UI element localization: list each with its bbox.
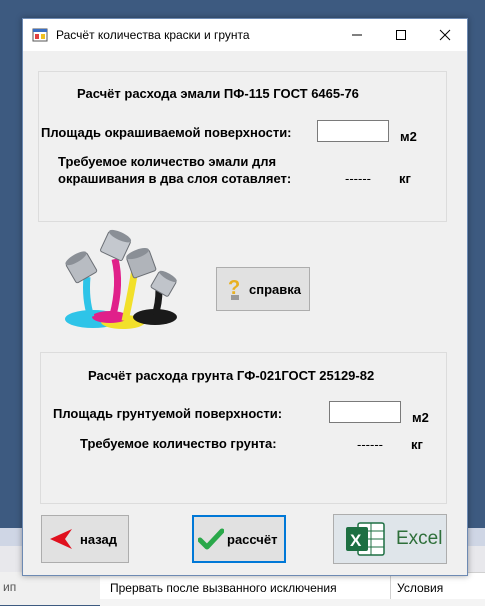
enamel-area-input[interactable] <box>317 120 389 142</box>
back-button[interactable]: назад <box>41 515 129 563</box>
minimize-icon <box>352 34 362 36</box>
background-left-text: ип <box>3 580 17 594</box>
question-bulb-icon: ? <box>228 277 240 300</box>
green-check-icon <box>198 528 224 550</box>
excel-button[interactable]: X Excel <box>333 514 447 564</box>
svg-text:X: X <box>350 531 362 550</box>
paint-buckets-image <box>65 229 177 329</box>
calculate-button[interactable]: рассчёт <box>192 515 286 563</box>
app-icon <box>32 28 48 42</box>
exception-column-conditions: Условия <box>397 581 444 595</box>
minimize-button[interactable] <box>335 19 379 51</box>
background-exception-table: Прервать после вызванного исключения Усл… <box>100 572 485 606</box>
maximize-button[interactable] <box>379 19 423 51</box>
enamel-area-unit: м2 <box>400 129 417 144</box>
close-button[interactable] <box>423 19 467 51</box>
primer-heading: Расчёт расхода грунта ГФ-021ГОСТ 25129-8… <box>88 368 375 383</box>
help-button-label: справка <box>249 281 301 297</box>
primer-area-input[interactable] <box>329 401 401 423</box>
back-button-label: назад <box>80 531 118 547</box>
maximize-icon <box>396 30 406 40</box>
enamel-result-value: ------ <box>345 171 371 186</box>
enamel-result-label: Требуемое количество эмали для окрашиван… <box>58 154 292 186</box>
enamel-area-label: Площадь окрашиваемой поверхности: <box>41 125 292 140</box>
excel-button-label: Excel <box>396 528 443 549</box>
exception-column-break: Прервать после вызванного исключения <box>110 581 337 595</box>
dialog-window: Расчёт количества краски и грунта Расчёт… <box>22 18 468 576</box>
background-left-panel: ип <box>0 572 100 605</box>
enamel-result-unit: кг <box>399 171 411 186</box>
help-button[interactable]: ? справка <box>216 267 310 311</box>
red-arrow-left-icon <box>50 529 72 549</box>
calculate-button-label: рассчёт <box>227 531 278 547</box>
excel-icon: X <box>346 522 385 556</box>
primer-result-label: Требуемое количество грунта: <box>80 436 277 451</box>
primer-area-unit: м2 <box>412 410 429 425</box>
title-bar[interactable]: Расчёт количества краски и грунта <box>23 19 467 51</box>
primer-result-unit: кг <box>411 437 423 452</box>
window-title: Расчёт количества краски и грунта <box>56 28 250 42</box>
primer-result-value: ------ <box>357 437 383 452</box>
enamel-group: Расчёт расхода эмали ПФ-115 ГОСТ 6465-76… <box>38 71 447 222</box>
enamel-heading: Расчёт расхода эмали ПФ-115 ГОСТ 6465-76 <box>77 86 359 101</box>
primer-area-label: Площадь грунтуемой поверхности: <box>53 406 283 421</box>
primer-group: Расчёт расхода грунта ГФ-021ГОСТ 25129-8… <box>40 352 447 504</box>
close-icon <box>439 29 451 41</box>
